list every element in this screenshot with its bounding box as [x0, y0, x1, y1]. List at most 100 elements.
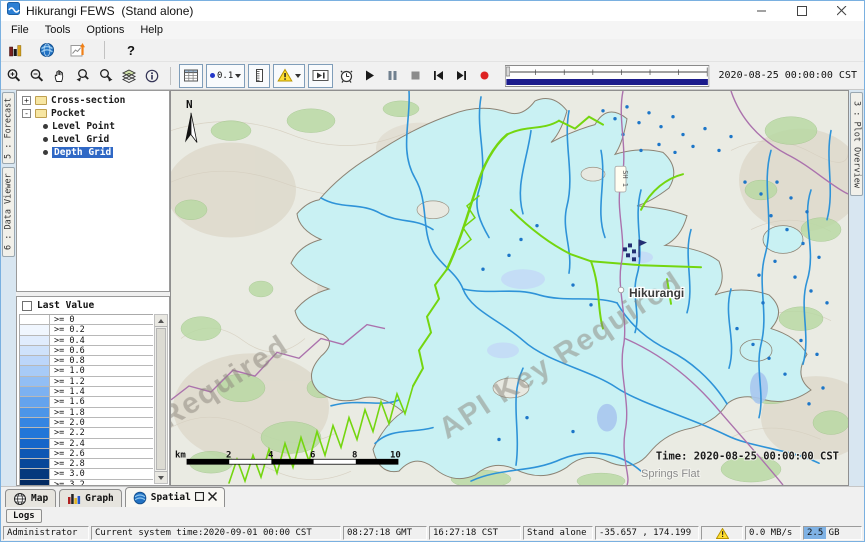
stop-button[interactable] [405, 65, 425, 87]
status-coordinates: -35.657 , 174.199 [595, 526, 699, 540]
explorer-icon[interactable] [6, 39, 26, 61]
legend-row: >= 0 [20, 315, 153, 325]
tree-item-level-point[interactable]: Level Point [17, 120, 169, 133]
scale-tick: 6 [310, 450, 315, 460]
play-button[interactable] [359, 65, 379, 87]
pan-hand-icon[interactable] [50, 65, 70, 87]
tree-item-level-grid[interactable]: Level Grid [17, 133, 169, 146]
skip-to-start-button[interactable] [428, 65, 448, 87]
grid-layer-button[interactable] [179, 64, 203, 88]
legend-title: Last Value [37, 300, 94, 311]
tree-item-pocket[interactable]: - Pocket [17, 107, 169, 120]
legend-label: >= 2.0 [50, 418, 153, 427]
globe-map-icon[interactable] [37, 39, 57, 61]
chevron-down-icon [295, 74, 301, 78]
tab-spatial[interactable]: Spatial [125, 487, 225, 507]
legend-label: >= 0.6 [50, 346, 153, 355]
scroll-thumb[interactable] [156, 328, 166, 470]
legend-swatch [20, 336, 50, 345]
globe-wire-icon [13, 492, 27, 506]
tree-item-cross-section[interactable]: + Cross-section [17, 94, 169, 107]
skip-to-end-button[interactable] [451, 65, 471, 87]
legend-row: >= 0.6 [20, 346, 153, 356]
collapse-minus-icon[interactable]: - [22, 109, 31, 118]
menu-help[interactable]: Help [132, 22, 171, 38]
last-value-checkbox[interactable] [22, 301, 32, 311]
tree-item-depth-grid[interactable]: Depth Grid [17, 146, 169, 159]
map-canvas[interactable]: API Key Required API Key Required SH 1 H… [171, 91, 848, 485]
threshold-dot-icon [210, 73, 215, 78]
zoom-previous-icon[interactable] [73, 65, 93, 87]
area-label: Springs Flat [641, 468, 700, 480]
expand-plus-icon[interactable]: + [22, 96, 31, 105]
zoom-in-icon[interactable] [4, 65, 24, 87]
pause-button[interactable] [382, 65, 402, 87]
timeline-thumb[interactable] [507, 67, 510, 76]
scroll-down-button[interactable] [155, 471, 167, 483]
logs-button[interactable]: Logs [6, 509, 42, 523]
legend-row: >= 3.2 [20, 480, 153, 486]
tab-map[interactable]: Map [5, 489, 56, 507]
zoom-out-icon[interactable] [27, 65, 47, 87]
tab-data-viewer[interactable]: 6 : Data Viewer [2, 167, 15, 257]
legend-scrollbar[interactable] [154, 314, 168, 484]
layers-icon[interactable] [119, 65, 139, 87]
bullet-icon [43, 124, 48, 129]
right-tab-strip: 3 : Plot Overview [849, 90, 864, 486]
scale-tick: 4 [268, 450, 273, 460]
panel-close-button[interactable] [208, 492, 217, 504]
tab-spatial-label: Spatial [151, 492, 191, 503]
legend-swatch [20, 366, 50, 375]
legend-label: >= 1.0 [50, 366, 153, 375]
north-label: N [186, 98, 193, 111]
legend-row: >= 1.8 [20, 408, 153, 418]
contour-threshold-dropdown[interactable]: 0.1 [206, 64, 245, 88]
info-icon[interactable] [142, 65, 162, 87]
minimize-button[interactable] [756, 5, 768, 17]
menubar: File Tools Options Help [1, 21, 864, 39]
help-button[interactable]: ? [121, 39, 141, 61]
town-label: Hikurangi [629, 286, 684, 300]
map-view[interactable]: API Key Required API Key Required SH 1 H… [170, 90, 849, 486]
tab-plot-overview[interactable]: 3 : Plot Overview [850, 92, 863, 196]
legend-swatch [20, 439, 50, 448]
menu-file[interactable]: File [3, 22, 37, 38]
gauge-scale-button[interactable] [248, 64, 270, 88]
scroll-up-button[interactable] [155, 315, 167, 327]
zoom-next-icon[interactable] [96, 65, 116, 87]
status-gmt-time: 08:27:18 GMT [343, 526, 427, 540]
app-window: Hikurangi FEWS (Stand alone) File Tools … [0, 0, 865, 542]
tab-forecast[interactable]: 5 : Forecast [2, 92, 15, 164]
animation-clock-icon[interactable] [336, 65, 356, 87]
legend-swatch [20, 315, 50, 324]
legend-swatch [20, 356, 50, 365]
menu-options[interactable]: Options [78, 22, 132, 38]
bottom-tabbar: Map Graph Spatial [1, 486, 864, 507]
legend-label: >= 2.4 [50, 439, 153, 448]
maximize-button[interactable] [796, 5, 808, 17]
close-button[interactable] [836, 5, 848, 17]
warning-threshold-dropdown[interactable] [273, 64, 305, 88]
app-icon [7, 2, 20, 20]
warning-icon [716, 528, 729, 539]
tab-map-label: Map [31, 493, 48, 504]
panel-maximize-button[interactable] [195, 492, 204, 504]
tree-item-label: Cross-section [51, 95, 125, 106]
toolbar-separator [104, 41, 105, 59]
legend-row: >= 1.6 [20, 397, 153, 407]
timeline-span-bar [507, 79, 709, 85]
legend-swatch [20, 469, 50, 478]
legend-label: >= 2.6 [50, 449, 153, 458]
folder-icon [35, 109, 47, 118]
legend-label: >= 3.2 [50, 480, 153, 486]
chart-display-icon[interactable] [68, 39, 88, 61]
record-button[interactable] [474, 65, 494, 87]
timeline-slider[interactable] [505, 65, 709, 87]
menu-tools[interactable]: Tools [37, 22, 79, 38]
animation-panel-button[interactable] [308, 64, 333, 88]
legend-header: Last Value [17, 297, 169, 314]
legend-label: >= 2.8 [50, 459, 153, 468]
status-system-time: Current system time:2020-09-01 00:00 CST [91, 526, 341, 540]
left-panel: + Cross-section - Pocket Level Point Lev… [16, 90, 170, 486]
tab-graph[interactable]: Graph [59, 489, 122, 507]
